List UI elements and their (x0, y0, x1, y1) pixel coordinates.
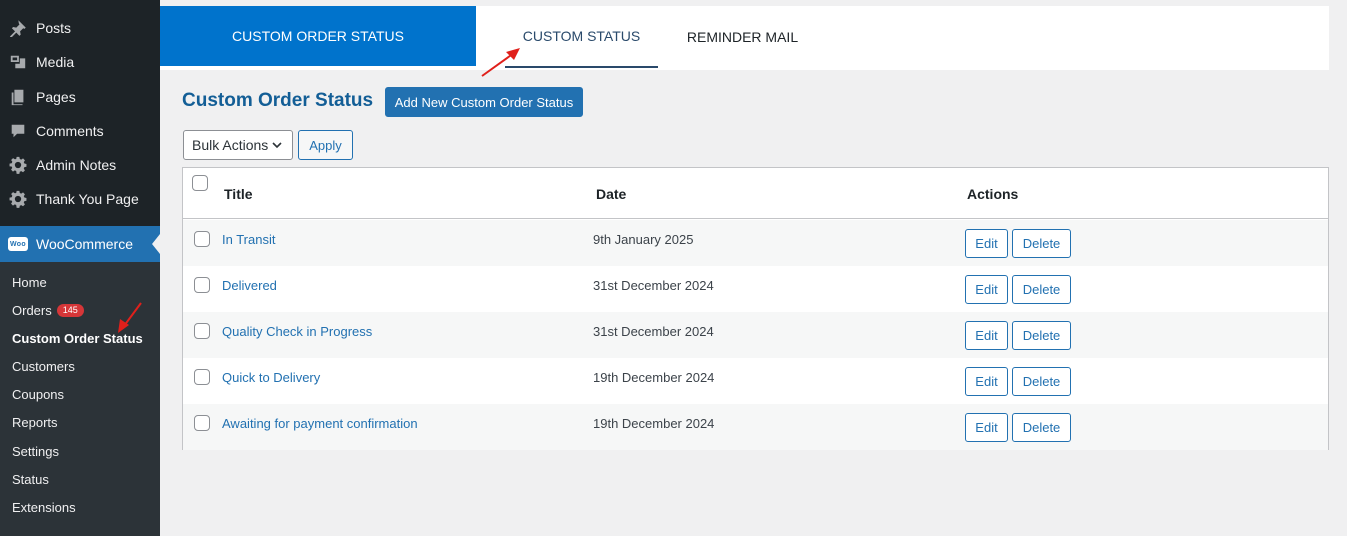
table-header: Title Date Actions (183, 168, 1328, 219)
custom-status-table: Title Date Actions In Transit 9th Januar… (182, 167, 1329, 450)
column-header-title: Title (224, 186, 253, 202)
tab-custom-order-status-brand[interactable]: CUSTOM ORDER STATUS (160, 6, 476, 66)
delete-button[interactable]: Delete (1012, 367, 1071, 396)
column-header-date: Date (596, 186, 627, 202)
status-date: 9th January 2025 (593, 232, 694, 247)
delete-button[interactable]: Delete (1012, 229, 1071, 258)
tab-custom-status[interactable]: CUSTOM STATUS (505, 6, 658, 68)
submenu-label: Settings (12, 444, 59, 459)
admin-sidebar: Posts Media Pages Comments Admin Notes T… (0, 0, 160, 536)
table-row: Awaiting for payment confirmation 19th D… (183, 404, 1328, 450)
sidebar-item-label: Comments (36, 123, 104, 139)
gear-icon (0, 190, 36, 208)
sidebar-item-comments[interactable]: Comments (0, 114, 160, 148)
sidebar-item-label: Media (36, 54, 75, 70)
edit-button[interactable]: Edit (965, 413, 1008, 442)
table-row: Quick to Delivery 19th December 2024 Edi… (183, 358, 1328, 404)
pages-icon (0, 88, 36, 106)
row-checkbox[interactable] (194, 231, 210, 247)
submenu-label: Extensions (12, 500, 76, 515)
sidebar-item-posts[interactable]: Posts (0, 11, 160, 45)
current-menu-pointer (152, 234, 160, 254)
status-date: 19th December 2024 (593, 416, 715, 431)
submenu-item-coupons[interactable]: Coupons (12, 387, 64, 402)
submenu-item-settings[interactable]: Settings (12, 444, 59, 459)
orders-count-badge: 145 (56, 303, 84, 318)
submenu-item-reports[interactable]: Reports (12, 415, 58, 430)
add-new-custom-order-status-button[interactable]: Add New Custom Order Status (385, 87, 583, 117)
submenu-item-customers[interactable]: Customers (12, 359, 75, 374)
edit-button[interactable]: Edit (965, 229, 1008, 258)
table-row: Quality Check in Progress 31st December … (183, 312, 1328, 358)
media-icon (0, 53, 36, 71)
submenu-label: Home (12, 275, 47, 290)
plugin-tab-bar: CUSTOM ORDER STATUS CUSTOM STATUS REMIND… (160, 6, 1329, 70)
table-row: Delivered 31st December 2024 Edit Delete (183, 266, 1328, 312)
sidebar-item-media[interactable]: Media (0, 45, 160, 79)
sidebar-item-woocommerce[interactable]: Woo WooCommerce (0, 226, 160, 262)
status-date: 31st December 2024 (593, 278, 714, 293)
row-checkbox[interactable] (194, 415, 210, 431)
sidebar-item-label: WooCommerce (36, 236, 133, 252)
sidebar-item-label: Posts (36, 20, 72, 36)
bulk-actions-selected-value: Bulk Actions (192, 137, 269, 153)
select-all-checkbox[interactable] (192, 175, 208, 191)
submenu-item-custom-order-status[interactable]: Custom Order Status (12, 331, 143, 346)
gear-icon (0, 156, 36, 174)
delete-button[interactable]: Delete (1012, 321, 1071, 350)
submenu-label: Coupons (12, 387, 65, 402)
submenu-label: Reports (12, 415, 58, 430)
bulk-actions-select[interactable]: Bulk Actions (183, 130, 293, 160)
status-date: 31st December 2024 (593, 324, 714, 339)
tab-reminder-mail[interactable]: REMINDER MAIL (670, 6, 815, 68)
sidebar-item-admin-notes[interactable]: Admin Notes (0, 148, 160, 182)
edit-button[interactable]: Edit (965, 367, 1008, 396)
table-row: In Transit 9th January 2025 Edit Delete (183, 220, 1328, 266)
column-header-actions: Actions (967, 186, 1019, 202)
status-title-link[interactable]: Delivered (222, 278, 277, 293)
pin-icon (0, 19, 36, 37)
submenu-label: Customers (12, 359, 75, 374)
apply-button[interactable]: Apply (298, 130, 353, 160)
submenu-item-home[interactable]: Home (12, 275, 47, 290)
submenu-label: Orders (12, 303, 52, 318)
woocommerce-logo: Woo (8, 237, 28, 251)
status-title-link[interactable]: In Transit (222, 232, 275, 247)
chevron-down-icon (272, 142, 282, 149)
submenu-label: Custom Order Status (12, 331, 143, 346)
woocommerce-icon: Woo (0, 237, 36, 251)
status-title-link[interactable]: Quality Check in Progress (222, 324, 372, 339)
submenu-label: Status (12, 472, 49, 487)
woocommerce-submenu: Home Orders 145 Custom Order Status Custo… (0, 262, 160, 536)
submenu-item-orders[interactable]: Orders 145 (12, 303, 84, 318)
page-title: Custom Order Status (182, 90, 374, 111)
sidebar-item-label: Pages (36, 89, 76, 105)
sidebar-item-pages[interactable]: Pages (0, 80, 160, 114)
delete-button[interactable]: Delete (1012, 413, 1071, 442)
row-checkbox[interactable] (194, 323, 210, 339)
row-checkbox[interactable] (194, 277, 210, 293)
row-checkbox[interactable] (194, 369, 210, 385)
sidebar-item-label: Admin Notes (36, 157, 117, 173)
sidebar-item-label: Thank You Page (36, 191, 139, 207)
edit-button[interactable]: Edit (965, 275, 1008, 304)
sidebar-item-thank-you-page[interactable]: Thank You Page (0, 182, 160, 216)
submenu-item-extensions[interactable]: Extensions (12, 500, 76, 515)
status-title-link[interactable]: Awaiting for payment confirmation (222, 416, 418, 431)
status-title-link[interactable]: Quick to Delivery (222, 370, 320, 385)
edit-button[interactable]: Edit (965, 321, 1008, 350)
submenu-item-status[interactable]: Status (12, 472, 49, 487)
delete-button[interactable]: Delete (1012, 275, 1071, 304)
status-date: 19th December 2024 (593, 370, 715, 385)
comments-icon (0, 122, 36, 140)
